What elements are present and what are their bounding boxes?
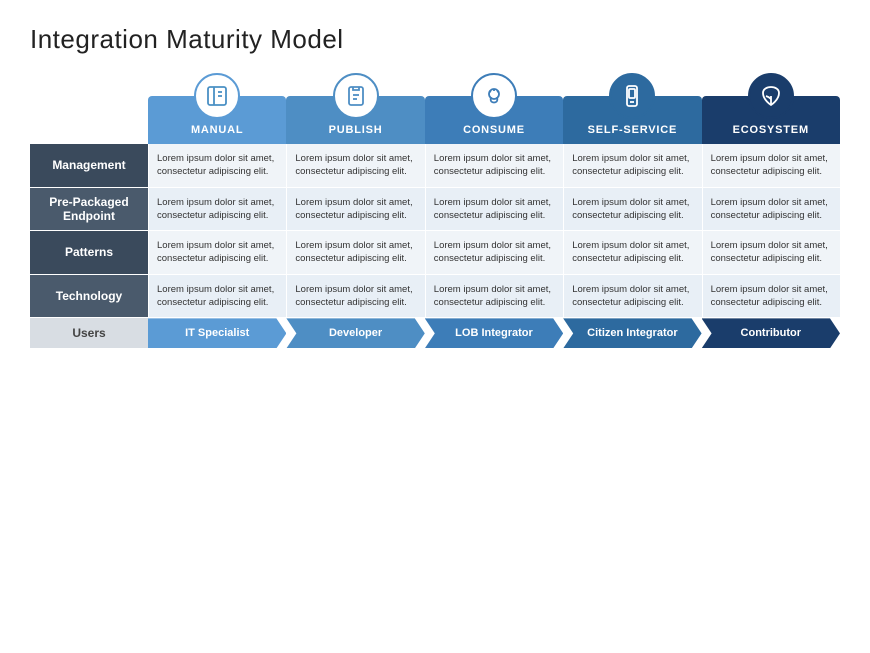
cell-technology-ecosystem: Lorem ipsum dolor sit amet, consectetur …	[702, 275, 840, 319]
cell-management-publish: Lorem ipsum dolor sit amet, consectetur …	[286, 144, 424, 188]
brain-icon	[482, 84, 506, 108]
main-grid: MANUAL PUBLISH	[30, 73, 840, 348]
col-header-consume: CONSUME	[425, 73, 563, 144]
users-label: Users	[30, 318, 148, 348]
users-arrow-itspecialist: IT Specialist	[148, 318, 286, 348]
cell-prepackaged-ecosystem: Lorem ipsum dolor sit amet, consectetur …	[702, 188, 840, 232]
users-arrow-developer: Developer	[286, 318, 424, 348]
cell-management-consume: Lorem ipsum dolor sit amet, consectetur …	[425, 144, 563, 188]
cell-management-selfservice: Lorem ipsum dolor sit amet, consectetur …	[563, 144, 701, 188]
cell-patterns-publish: Lorem ipsum dolor sit amet, consectetur …	[286, 231, 424, 275]
leaf-icon	[759, 84, 783, 108]
page: Integration Maturity Model MANUAL	[0, 0, 870, 653]
cell-patterns-manual: Lorem ipsum dolor sit amet, consectetur …	[148, 231, 286, 275]
cell-prepackaged-consume: Lorem ipsum dolor sit amet, consectetur …	[425, 188, 563, 232]
row-label-patterns: Patterns	[30, 231, 148, 275]
cell-patterns-ecosystem: Lorem ipsum dolor sit amet, consectetur …	[702, 231, 840, 275]
ecosystem-icon-circle	[748, 73, 794, 119]
users-arrow-citizenintegrator: Citizen Integrator	[563, 318, 701, 348]
cell-technology-selfservice: Lorem ipsum dolor sit amet, consectetur …	[563, 275, 701, 319]
cell-prepackaged-selfservice: Lorem ipsum dolor sit amet, consectetur …	[563, 188, 701, 232]
users-arrow-lobintegrator: LOB Integrator	[425, 318, 563, 348]
cell-patterns-selfservice: Lorem ipsum dolor sit amet, consectetur …	[563, 231, 701, 275]
cell-technology-publish: Lorem ipsum dolor sit amet, consectetur …	[286, 275, 424, 319]
header-empty	[30, 73, 148, 144]
cell-technology-manual: Lorem ipsum dolor sit amet, consectetur …	[148, 275, 286, 319]
row-label-technology: Technology	[30, 275, 148, 319]
cell-management-manual: Lorem ipsum dolor sit amet, consectetur …	[148, 144, 286, 188]
col-header-manual: MANUAL	[148, 73, 286, 144]
manual-icon-circle	[194, 73, 240, 119]
publish-icon-circle	[333, 73, 379, 119]
col-header-ecosystem: ECOSYSTEM	[702, 73, 840, 144]
page-title: Integration Maturity Model	[30, 24, 840, 55]
phone-icon	[620, 84, 644, 108]
cell-prepackaged-publish: Lorem ipsum dolor sit amet, consectetur …	[286, 188, 424, 232]
users-arrow-contributor: Contributor	[702, 318, 840, 348]
row-label-prepackaged: Pre-Packaged Endpoint	[30, 188, 148, 232]
cell-patterns-consume: Lorem ipsum dolor sit amet, consectetur …	[425, 231, 563, 275]
col-header-publish: PUBLISH	[286, 73, 424, 144]
row-label-management: Management	[30, 144, 148, 188]
book-icon	[205, 84, 229, 108]
consume-icon-circle	[471, 73, 517, 119]
cell-management-ecosystem: Lorem ipsum dolor sit amet, consectetur …	[702, 144, 840, 188]
clipboard-icon	[344, 84, 368, 108]
cell-technology-consume: Lorem ipsum dolor sit amet, consectetur …	[425, 275, 563, 319]
col-header-selfservice: SELF-SERVICE	[563, 73, 701, 144]
cell-prepackaged-manual: Lorem ipsum dolor sit amet, consectetur …	[148, 188, 286, 232]
